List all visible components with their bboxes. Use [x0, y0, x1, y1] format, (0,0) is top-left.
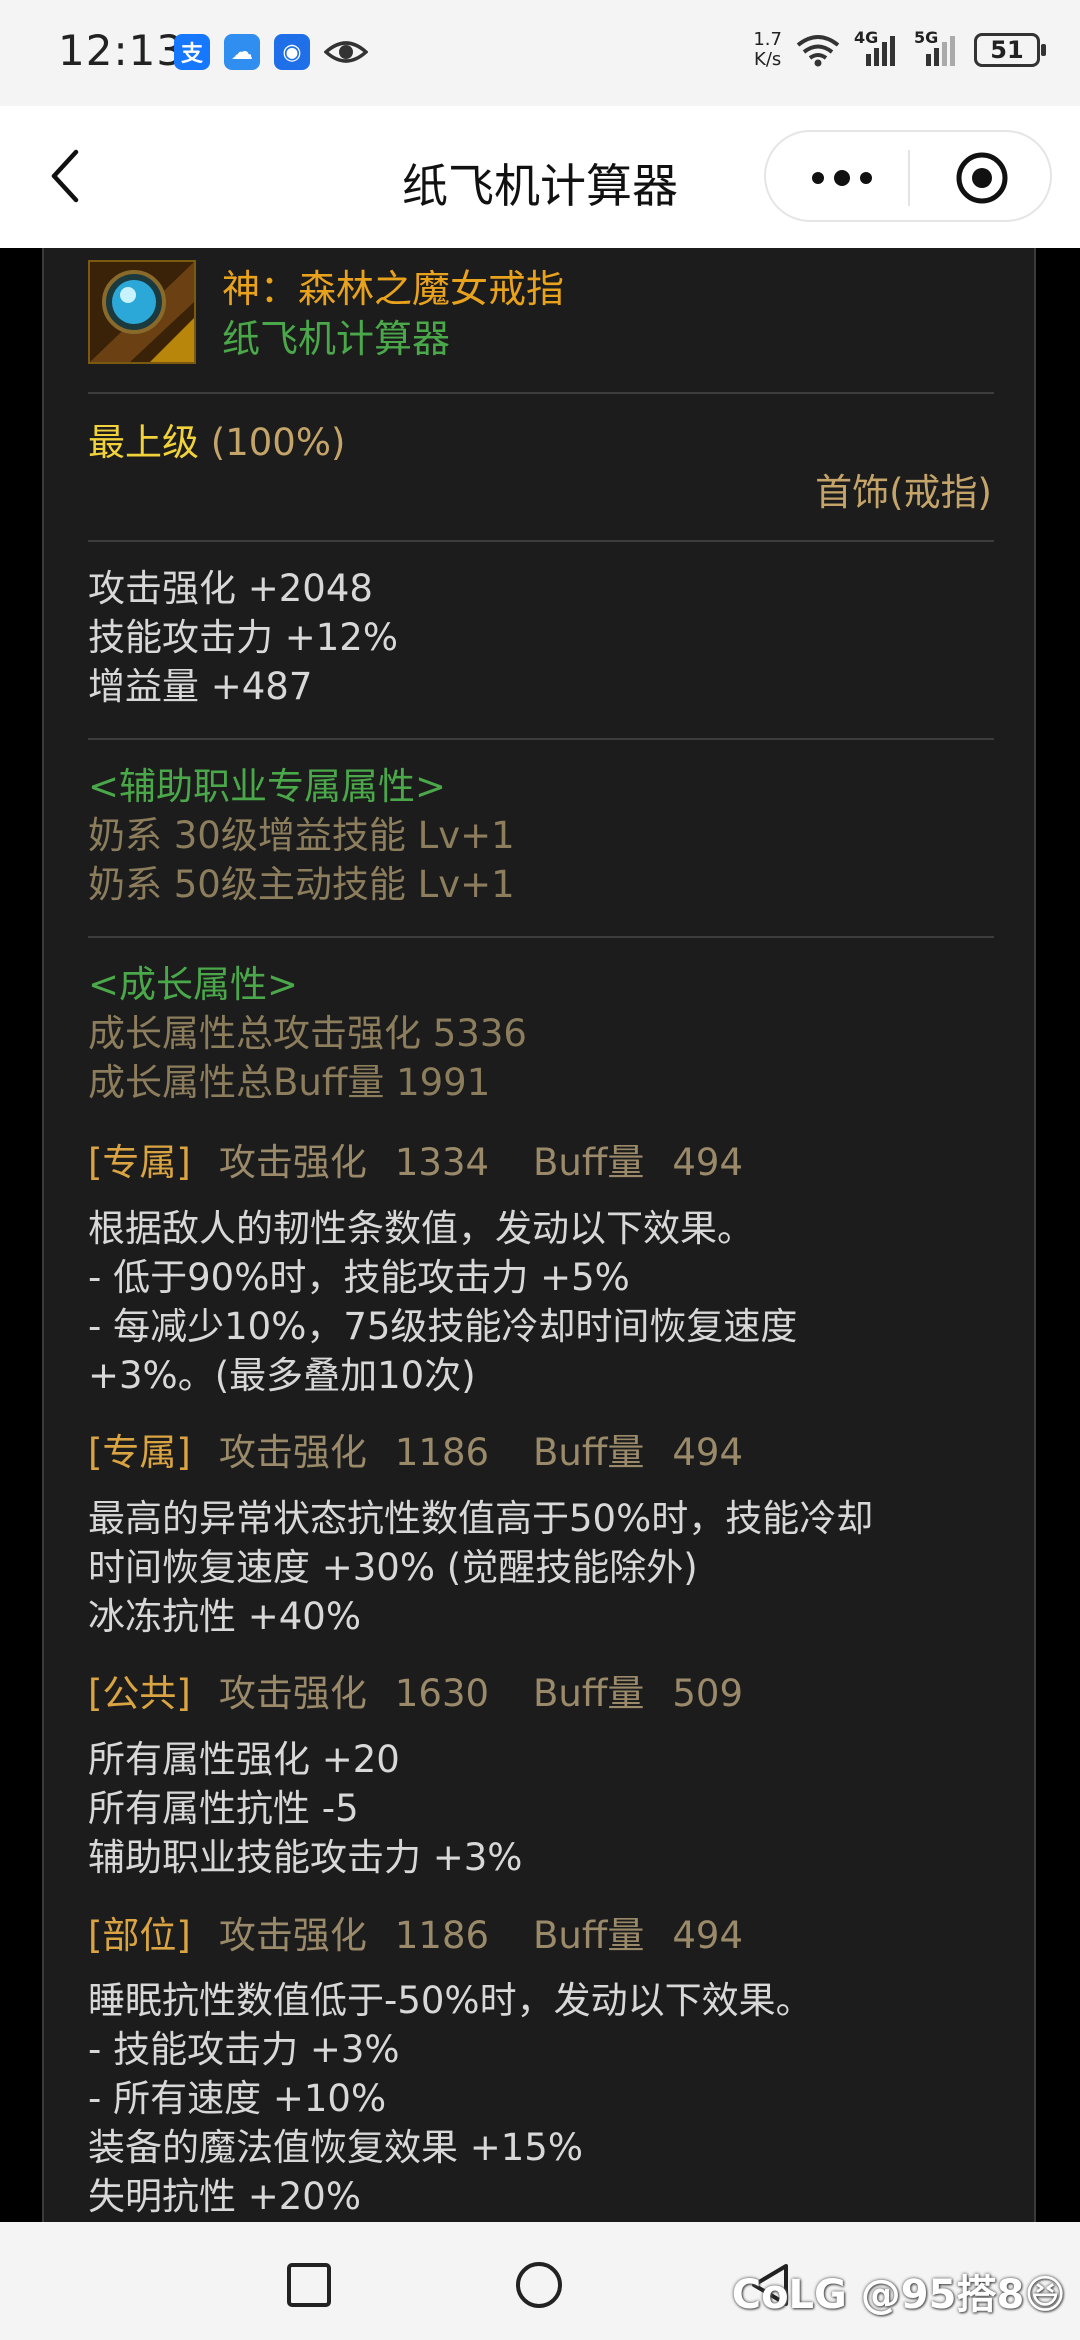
ring-item-icon: [88, 260, 196, 364]
square-icon[interactable]: [284, 2260, 334, 2310]
option-line: 所有属性抗性 -5: [88, 1787, 359, 1830]
item-name: 神：森林之魔女戒指: [222, 267, 565, 311]
option-header: [专属] 攻击强化 1186 Buff量 494: [88, 1428, 743, 1477]
option-atk-value: 1630: [394, 1672, 490, 1715]
option-atk-value: 1186: [394, 1914, 490, 1957]
weather-icon: ☁: [224, 34, 260, 70]
option-buff-value: 494: [672, 1431, 743, 1474]
growth-line: 成长属性总攻击强化 5336: [88, 1012, 527, 1055]
divider: [88, 936, 994, 938]
support-line: 奶系 30级增益技能 Lv+1: [88, 814, 515, 857]
watermark: CoLG @95搭8😆: [731, 2272, 1066, 2318]
target-circle-icon[interactable]: [954, 150, 1010, 206]
divider: [88, 540, 994, 542]
option-tag: [公共]: [88, 1672, 191, 1715]
option-line: 时间恢复速度 +30% (觉醒技能除外): [88, 1546, 698, 1589]
base-stat: 攻击强化 +2048: [88, 567, 373, 610]
support-line: 奶系 50级主动技能 Lv+1: [88, 863, 515, 906]
net-speed: 1.7 K/s: [753, 30, 782, 70]
circle-icon[interactable]: [514, 2260, 564, 2310]
grade-percent: (100%): [210, 421, 346, 464]
divider: [88, 738, 994, 740]
wifi-icon: [796, 35, 840, 67]
item-grade: 最上级 (100%): [88, 418, 345, 467]
bulb-app-icon: ◉: [274, 34, 310, 70]
option-atk-value: 1186: [394, 1431, 490, 1474]
option-line: 根据敌人的韧性条数值，发动以下效果。: [88, 1207, 754, 1250]
signal-5g-label: 5G: [914, 28, 939, 47]
option-header: [公共] 攻击强化 1630 Buff量 509: [88, 1669, 743, 1718]
capsule-divider: [908, 150, 910, 206]
mini-program-capsule: [764, 130, 1052, 222]
option-line: +3%。(最多叠加10次): [88, 1354, 476, 1397]
option-line: 最高的异常状态抗性数值高于50%时，技能冷却: [88, 1497, 874, 1540]
option-line: 所有属性强化 +20: [88, 1738, 400, 1781]
item-slot: 首饰(戒指): [815, 471, 992, 514]
grade-label: 最上级: [88, 421, 199, 464]
option-line: 辅助职业技能攻击力 +3%: [88, 1836, 523, 1879]
status-right: 1.7 K/s 4G 5G 51: [753, 28, 1046, 70]
status-app-icons: 支 ☁ ◉: [174, 34, 368, 70]
option-line: 失明抗性 +20%: [88, 2175, 362, 2218]
option-atk-label: 攻击强化: [218, 1141, 367, 1184]
option-header: [部位] 攻击强化 1186 Buff量 494: [88, 1911, 743, 1960]
status-bar: 12:13 支 ☁ ◉ 1.7 K/s 4G 5G 51: [0, 0, 1080, 106]
base-stat: 技能攻击力 +12%: [88, 616, 399, 659]
option-buff-value: 494: [672, 1141, 743, 1184]
content-area[interactable]: 神：森林之魔女戒指 纸飞机计算器 最上级 (100%) 首饰(戒指) 攻击强化 …: [0, 248, 1080, 2222]
nav-bar: 纸飞机计算器: [0, 106, 1080, 248]
option-tag: [专属]: [88, 1431, 191, 1474]
divider: [88, 392, 994, 394]
signal-5g: 5G: [914, 28, 960, 66]
option-line: 装备的魔法值恢复效果 +15%: [88, 2126, 584, 2169]
base-stat: 增益量 +487: [88, 665, 313, 708]
option-line: 睡眠抗性数值低于-50%时，发动以下效果。: [88, 1979, 813, 2022]
option-atk-label: 攻击强化: [218, 1431, 367, 1474]
signal-4g: 4G: [854, 28, 900, 66]
option-buff-label: Buff量: [533, 1672, 645, 1715]
support-header: <辅助职业专属属性>: [88, 765, 447, 808]
growth-line: 成长属性总Buff量 1991: [88, 1061, 491, 1104]
option-line: - 低于90%时，技能攻击力 +5%: [88, 1256, 630, 1299]
alipay-icon: 支: [174, 34, 210, 70]
option-atk-label: 攻击强化: [218, 1672, 367, 1715]
eye-icon: [324, 41, 368, 63]
growth-header: <成长属性>: [88, 963, 299, 1006]
battery-level: 51: [990, 36, 1024, 64]
option-buff-label: Buff量: [533, 1914, 645, 1957]
option-buff-value: 509: [672, 1672, 743, 1715]
option-line: - 技能攻击力 +3%: [88, 2028, 400, 2071]
option-line: 冰冻抗性 +40%: [88, 1595, 362, 1638]
item-tooltip-panel: 神：森林之魔女戒指 纸飞机计算器 最上级 (100%) 首饰(戒指) 攻击强化 …: [42, 248, 1036, 2222]
option-buff-label: Buff量: [533, 1431, 645, 1474]
net-speed-value: 1.7: [753, 29, 782, 50]
option-buff-label: Buff量: [533, 1141, 645, 1184]
option-tag: [部位]: [88, 1914, 191, 1957]
signal-4g-label: 4G: [854, 28, 879, 47]
net-speed-unit: K/s: [754, 49, 782, 70]
system-nav-bar: CoLG @95搭8😆: [0, 2222, 1080, 2340]
item-source: 纸飞机计算器: [222, 317, 451, 361]
option-atk-label: 攻击强化: [218, 1914, 367, 1957]
option-line: - 每减少10%，75级技能冷却时间恢复速度: [88, 1305, 798, 1348]
option-tag: [专属]: [88, 1141, 191, 1184]
option-line: - 所有速度 +10%: [88, 2077, 387, 2120]
option-atk-value: 1334: [394, 1141, 490, 1184]
battery-indicator: 51: [974, 33, 1046, 67]
more-dots-icon[interactable]: [804, 158, 880, 198]
option-buff-value: 494: [672, 1914, 743, 1957]
status-time: 12:13: [58, 26, 185, 75]
option-header: [专属] 攻击强化 1334 Buff量 494: [88, 1138, 743, 1187]
